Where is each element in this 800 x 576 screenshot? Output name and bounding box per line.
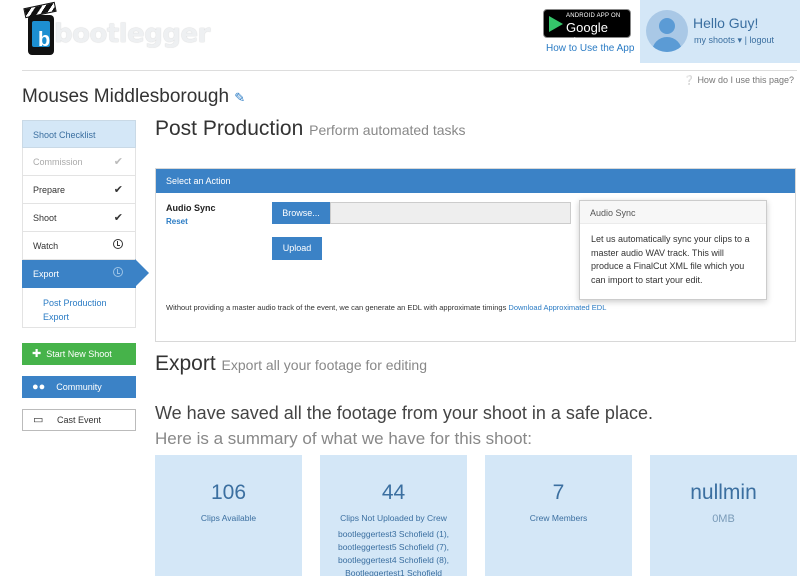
post-production-title: Post Production Perform automated tasks: [155, 117, 466, 140]
cast-icon: ▭: [33, 414, 44, 426]
crew-list-item: Bootleggertest1 Schofield: [345, 568, 442, 576]
stat-crew-members: 7 Crew Members: [485, 455, 632, 576]
greeting: Hello Guy!: [693, 15, 759, 31]
check-icon: ✔: [113, 184, 123, 196]
audio-sync-popover: Audio Sync Let us automatically sync you…: [579, 200, 767, 300]
upload-button[interactable]: Upload: [272, 237, 322, 260]
pencil-icon[interactable]: ✎: [234, 90, 245, 105]
plus-icon: ✚: [32, 348, 42, 360]
divider: [22, 70, 797, 71]
my-shoots-link[interactable]: my shoots: [694, 35, 735, 45]
checklist-heading: Shoot Checklist: [22, 120, 136, 148]
panel-heading: Select an Action: [156, 169, 795, 193]
users-icon: ●●: [32, 381, 46, 393]
bootlegger-logo[interactable]: b bootlegger: [23, 1, 211, 55]
check-icon: ✔: [113, 156, 123, 168]
chevron-down-icon[interactable]: ▾: [738, 35, 743, 45]
sidebar-item-commission[interactable]: Commission ✔: [22, 148, 136, 176]
stat-clips-not-uploaded: 44 Clips Not Uploaded by Crew bootlegger…: [320, 455, 467, 576]
logout-link[interactable]: logout: [749, 35, 774, 45]
summary-message: Here is a summary of what we have for th…: [155, 429, 532, 448]
community-button[interactable]: ●● Community: [22, 376, 136, 398]
sidebar-item-shoot[interactable]: Shoot ✔: [22, 204, 136, 232]
help-link[interactable]: ❔ How do I use this page?: [684, 75, 794, 86]
export-title: Export Export all your footage for editi…: [155, 352, 428, 375]
popover-body: Let us automatically sync your clips to …: [591, 234, 750, 285]
user-links: my shoots ▾ | logout: [694, 35, 774, 45]
shoot-checklist: Shoot Checklist Commission ✔ Prepare ✔ Sho…: [22, 120, 149, 328]
sidebar-item-prepare[interactable]: Prepare ✔: [22, 176, 136, 204]
crew-list-item: bootleggertest3 Schofield (1),: [337, 529, 450, 539]
sidebar-subitem-post-production[interactable]: Post Production: [43, 296, 125, 310]
page-title: Mouses Middlesborough ✎: [22, 86, 246, 107]
stat-duration-size: nullmin 0MB: [650, 455, 797, 576]
avatar: [646, 10, 688, 52]
audio-sync-label: Audio Sync: [166, 203, 216, 213]
cast-event-button[interactable]: ▭ Cast Event: [22, 409, 136, 431]
phone-icon: b: [28, 15, 54, 55]
export-subitems: Post Production Export: [22, 288, 136, 328]
stat-clips-available: 106 Clips Available: [155, 455, 302, 576]
how-to-use-app-link[interactable]: How to Use the App: [546, 43, 634, 54]
edl-note: Without providing a master audio track o…: [166, 303, 607, 312]
google-play-badge[interactable]: ANDROID APP ON Google play: [543, 9, 631, 50]
file-path-field[interactable]: [330, 202, 571, 224]
popover-title: Audio Sync: [580, 201, 766, 224]
reset-link[interactable]: Reset: [166, 217, 188, 226]
action-panel: Select an Action Audio Sync Reset Browse…: [155, 168, 796, 342]
crew-list-item: bootleggertest5 Schofield (7),: [337, 542, 450, 552]
start-new-shoot-button[interactable]: ✚ Start New Shoot: [22, 343, 136, 365]
brand-name: bootlegger: [54, 19, 211, 49]
download-edl-link[interactable]: Download Approximated EDL: [508, 303, 606, 312]
crew-list-item: bootleggertest4 Schofield (8),: [337, 555, 450, 565]
browse-button[interactable]: Browse...: [272, 202, 330, 224]
sidebar-item-export[interactable]: Export: [22, 259, 149, 288]
clock-icon: [113, 239, 123, 249]
saved-message: We have saved all the footage from your …: [155, 403, 653, 423]
play-store-icon: [549, 16, 563, 32]
sidebar-subitem-export[interactable]: Export: [43, 310, 125, 324]
question-circle-icon: ❔: [683, 75, 695, 85]
user-panel: Hello Guy! my shoots ▾ | logout: [640, 0, 800, 63]
sidebar-item-watch[interactable]: Watch: [22, 232, 136, 260]
clock-icon: [113, 267, 123, 277]
check-icon: ✔: [113, 212, 123, 224]
